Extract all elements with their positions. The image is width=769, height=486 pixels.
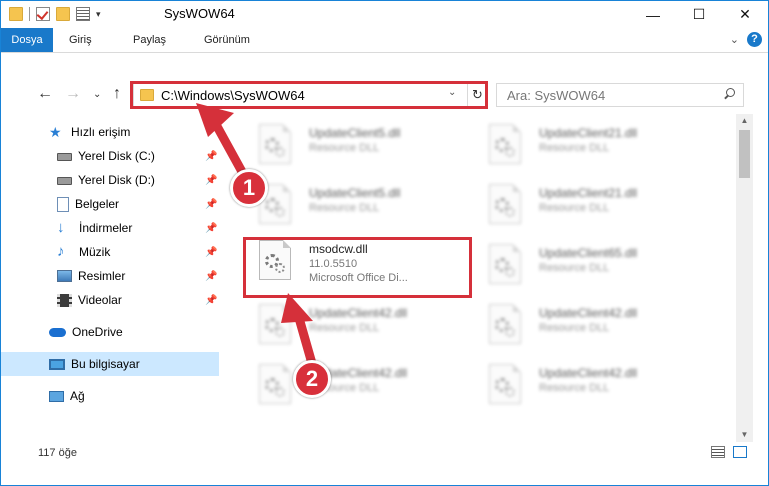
step-2-callout: 2 — [293, 360, 331, 398]
arrow-to-msodcw-file — [281, 293, 318, 372]
step-1-callout: 1 — [230, 169, 268, 207]
arrow-to-address-bar — [196, 103, 251, 184]
explorer-window: ▾ SysWOW64 — ☐ ✕ Dosya Giriş Paylaş Görü… — [0, 0, 769, 486]
annotation-arrows — [196, 103, 318, 372]
